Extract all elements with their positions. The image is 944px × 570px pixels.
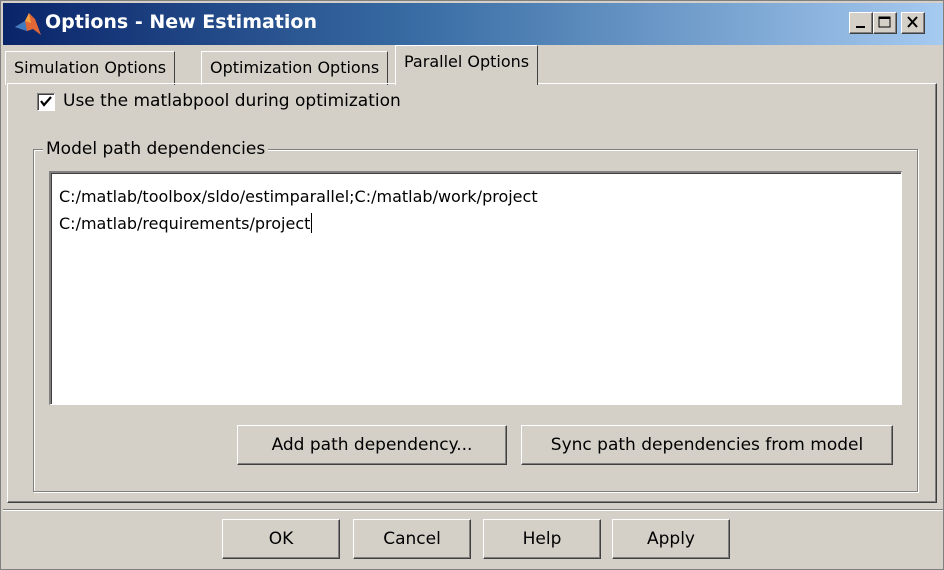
use-matlabpool-checkbox[interactable]	[37, 93, 55, 111]
tab-parallel-options[interactable]: Parallel Options	[395, 45, 539, 85]
options-dialog: Options - New Estimation Simulation Opti…	[0, 0, 944, 570]
minimize-button[interactable]	[849, 12, 873, 34]
divider	[3, 509, 943, 511]
ok-button[interactable]: OK	[222, 519, 340, 559]
tab-simulation-options[interactable]: Simulation Options	[5, 51, 176, 85]
apply-button[interactable]: Apply	[612, 519, 730, 559]
minimize-icon	[856, 26, 865, 28]
close-button[interactable]	[901, 12, 925, 34]
maximize-button[interactable]	[873, 12, 897, 34]
matlab-logo-icon	[13, 9, 43, 39]
use-matlabpool-label[interactable]: Use the matlabpool during optimization	[63, 91, 401, 111]
path-line: C:/matlab/toolbox/sldo/estimparallel;C:/…	[59, 187, 538, 206]
close-icon	[907, 16, 918, 28]
checkmark-icon	[40, 96, 52, 107]
cancel-button[interactable]: Cancel	[353, 519, 471, 559]
maximize-icon	[878, 16, 891, 28]
group-title: Model path dependencies	[43, 139, 269, 159]
add-path-dependency-button[interactable]: Add path dependency...	[237, 425, 507, 465]
title-bar[interactable]: Options - New Estimation	[3, 3, 943, 45]
window-title: Options - New Estimation	[45, 11, 317, 33]
help-button[interactable]: Help	[483, 519, 601, 559]
path-dependencies-textarea[interactable]: C:/matlab/toolbox/sldo/estimparallel;C:/…	[49, 171, 902, 405]
sync-path-dependencies-button[interactable]: Sync path dependencies from model	[521, 425, 893, 465]
path-line: C:/matlab/requirements/project	[59, 214, 311, 233]
tab-optimization-options[interactable]: Optimization Options	[201, 51, 389, 85]
text-caret	[311, 213, 313, 233]
